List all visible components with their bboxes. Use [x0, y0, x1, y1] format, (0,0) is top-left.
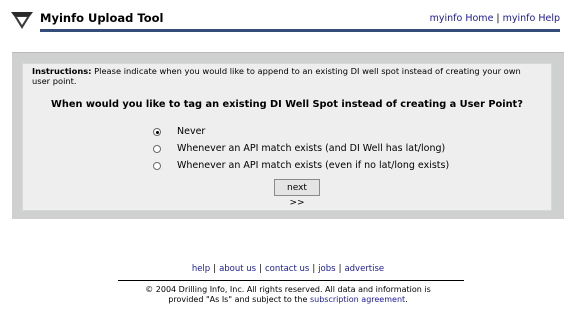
- radio-never[interactable]: [153, 127, 161, 136]
- separator: |: [312, 264, 316, 274]
- myinfo-help-link[interactable]: myinfo Help: [503, 13, 560, 24]
- footer-link-contact-us[interactable]: contact us: [265, 264, 309, 274]
- myinfo-home-link[interactable]: myinfo Home: [430, 13, 494, 24]
- option-never[interactable]: Never: [153, 126, 205, 137]
- myinfo-logo-icon: [11, 12, 33, 29]
- header-rule: [40, 29, 560, 32]
- copyright-prefix: provided "As Is" and subject to the: [168, 295, 310, 304]
- separator: |: [496, 13, 500, 24]
- instructions-label: Instructions:: [32, 66, 92, 76]
- header: Myinfo Upload Tool myinfo Home | myinfo He…: [0, 0, 576, 32]
- footer-links: help | about us | contact us | jobs | advertise: [0, 264, 576, 274]
- option-api-match-no-latlong[interactable]: Whenever an API match exists (even if no…: [153, 160, 449, 171]
- footer-rule: [118, 280, 464, 281]
- separator: |: [259, 264, 262, 274]
- copyright: © 2004 Drilling Info, Inc. All rights re…: [0, 285, 576, 305]
- footer-link-jobs[interactable]: jobs: [318, 264, 335, 274]
- instructions-text: Please indicate when you would like to a…: [32, 66, 521, 86]
- footer-link-help[interactable]: help: [192, 264, 210, 274]
- option-api-match-latlong[interactable]: Whenever an API match exists (and DI Wel…: [153, 143, 445, 154]
- option-label: Whenever an API match exists (and DI Wel…: [177, 143, 446, 154]
- next-button[interactable]: next >>: [274, 179, 320, 208]
- copyright-line-1: © 2004 Drilling Info, Inc. All rights re…: [145, 285, 431, 294]
- radio-api-match-latlong[interactable]: [153, 144, 161, 153]
- app-title: Myinfo Upload Tool: [40, 11, 164, 25]
- form-panel: Instructions: Please indicate when you w…: [12, 52, 564, 219]
- copyright-suffix: .: [405, 295, 408, 304]
- footer-link-advertise[interactable]: advertise: [344, 264, 384, 274]
- subscription-agreement-link[interactable]: subscription agreement: [310, 295, 405, 304]
- instructions: Instructions: Please indicate when you w…: [32, 66, 532, 86]
- option-label: Never: [177, 126, 206, 137]
- footer-link-about-us[interactable]: about us: [219, 264, 256, 274]
- copyright-line-2: provided "As Is" and subject to the subs…: [0, 295, 576, 305]
- separator: |: [213, 264, 217, 274]
- question-heading: When would you like to tag an existing D…: [51, 99, 523, 110]
- separator: |: [338, 264, 342, 274]
- header-links: myinfo Home | myinfo Help: [430, 13, 560, 24]
- option-label: Whenever an API match exists (even if no…: [177, 160, 450, 171]
- form-inner: Instructions: Please indicate when you w…: [22, 63, 552, 211]
- radio-api-match-no-latlong[interactable]: [153, 161, 161, 170]
